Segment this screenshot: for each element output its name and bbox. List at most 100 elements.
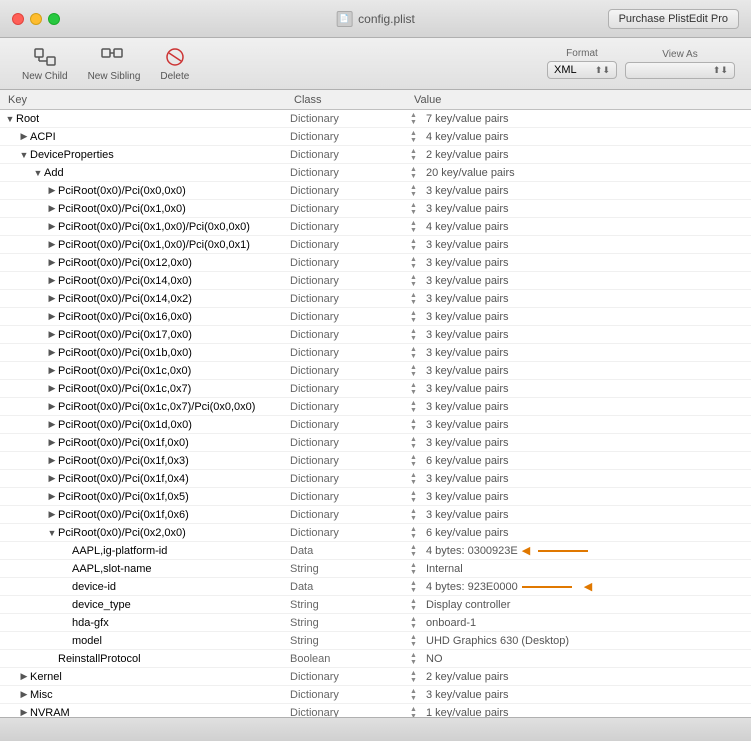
expand-button[interactable]: ▶	[46, 437, 58, 449]
value-stepper[interactable]: ▲▼	[410, 400, 420, 414]
value-stepper[interactable]: ▲▼	[410, 616, 420, 630]
value-stepper[interactable]: ▲▼	[410, 130, 420, 144]
value-stepper[interactable]: ▲▼	[410, 562, 420, 576]
table-row[interactable]: ▶PciRoot(0x0)/Pci(0x16,0x0)Dictionary▲▼3…	[0, 308, 751, 326]
expand-button[interactable]: ▶	[18, 707, 30, 718]
table-row[interactable]: ▼AddDictionary▲▼20 key/value pairs	[0, 164, 751, 182]
value-stepper[interactable]: ▲▼	[410, 472, 420, 486]
table-row[interactable]: device-idData▲▼4 bytes: 923E0000◀	[0, 578, 751, 596]
expand-button[interactable]: ▶	[46, 383, 58, 395]
viewas-selector[interactable]: View As ⬆⬇	[625, 49, 735, 79]
expand-button[interactable]: ▶	[46, 473, 58, 485]
table-row[interactable]: ▶ACPIDictionary▲▼4 key/value pairs	[0, 128, 751, 146]
close-button[interactable]	[12, 13, 24, 25]
expand-button[interactable]: ▶	[46, 257, 58, 269]
expand-button[interactable]: ▶	[46, 509, 58, 521]
table-row[interactable]: ▶PciRoot(0x0)/Pci(0x1b,0x0)Dictionary▲▼3…	[0, 344, 751, 362]
value-stepper[interactable]: ▲▼	[410, 670, 420, 684]
new-child-button[interactable]: New Child	[12, 41, 78, 86]
value-stepper[interactable]: ▲▼	[410, 436, 420, 450]
expand-button[interactable]: ▶	[46, 203, 58, 215]
value-stepper[interactable]: ▲▼	[410, 310, 420, 324]
value-stepper[interactable]: ▲▼	[410, 112, 420, 126]
table-row[interactable]: ▶PciRoot(0x0)/Pci(0x1,0x0)/Pci(0x0,0x0)D…	[0, 218, 751, 236]
table-row[interactable]: AAPL,slot-nameString▲▼Internal	[0, 560, 751, 578]
value-stepper[interactable]: ▲▼	[410, 274, 420, 288]
table-row[interactable]: ▶KernelDictionary▲▼2 key/value pairs	[0, 668, 751, 686]
table-row[interactable]: ▶PciRoot(0x0)/Pci(0x0,0x0)Dictionary▲▼3 …	[0, 182, 751, 200]
value-stepper[interactable]: ▲▼	[410, 544, 420, 558]
value-stepper[interactable]: ▲▼	[410, 382, 420, 396]
table-row[interactable]: ▶NVRAMDictionary▲▼1 key/value pairs	[0, 704, 751, 717]
value-stepper[interactable]: ▲▼	[410, 256, 420, 270]
expand-button[interactable]: ▼	[4, 113, 16, 125]
value-stepper[interactable]: ▲▼	[410, 490, 420, 504]
table-row[interactable]: ▶PciRoot(0x0)/Pci(0x14,0x2)Dictionary▲▼3…	[0, 290, 751, 308]
value-stepper[interactable]: ▲▼	[410, 418, 420, 432]
expand-button[interactable]: ▶	[18, 131, 30, 143]
value-stepper[interactable]: ▲▼	[410, 202, 420, 216]
table-row[interactable]: ▶PciRoot(0x0)/Pci(0x1f,0x6)Dictionary▲▼3…	[0, 506, 751, 524]
viewas-dropdown[interactable]: ⬆⬇	[625, 62, 735, 79]
table-row[interactable]: ▼PciRoot(0x0)/Pci(0x2,0x0)Dictionary▲▼6 …	[0, 524, 751, 542]
expand-button[interactable]: ▶	[46, 455, 58, 467]
expand-button[interactable]: ▶	[46, 311, 58, 323]
format-dropdown[interactable]: XML ⬆⬇	[547, 61, 617, 79]
format-selector[interactable]: Format XML ⬆⬇	[547, 48, 617, 79]
value-stepper[interactable]: ▲▼	[410, 364, 420, 378]
table-row[interactable]: ▶PciRoot(0x0)/Pci(0x1,0x0)/Pci(0x0,0x1)D…	[0, 236, 751, 254]
table-row[interactable]: ▼DevicePropertiesDictionary▲▼2 key/value…	[0, 146, 751, 164]
expand-button[interactable]: ▶	[18, 689, 30, 701]
value-stepper[interactable]: ▲▼	[410, 328, 420, 342]
table-row[interactable]: ▶PciRoot(0x0)/Pci(0x14,0x0)Dictionary▲▼3…	[0, 272, 751, 290]
window-controls[interactable]	[12, 13, 60, 25]
table-row[interactable]: device_typeString▲▼Display controller	[0, 596, 751, 614]
table-row[interactable]: ▼RootDictionary▲▼7 key/value pairs	[0, 110, 751, 128]
value-stepper[interactable]: ▲▼	[410, 166, 420, 180]
expand-button[interactable]: ▶	[46, 329, 58, 341]
value-stepper[interactable]: ▲▼	[410, 688, 420, 702]
value-stepper[interactable]: ▲▼	[410, 652, 420, 666]
table-row[interactable]: ▶PciRoot(0x0)/Pci(0x1f,0x0)Dictionary▲▼3…	[0, 434, 751, 452]
expand-button[interactable]: ▼	[32, 167, 44, 179]
delete-button[interactable]: Delete	[150, 41, 199, 86]
value-stepper[interactable]: ▲▼	[410, 634, 420, 648]
minimize-button[interactable]	[30, 13, 42, 25]
table-row[interactable]: ▶PciRoot(0x0)/Pci(0x1,0x0)Dictionary▲▼3 …	[0, 200, 751, 218]
table-row[interactable]: modelString▲▼UHD Graphics 630 (Desktop)	[0, 632, 751, 650]
value-stepper[interactable]: ▲▼	[410, 580, 420, 594]
table-row[interactable]: ▶PciRoot(0x0)/Pci(0x1d,0x0)Dictionary▲▼3…	[0, 416, 751, 434]
table-row[interactable]: ▶MiscDictionary▲▼3 key/value pairs	[0, 686, 751, 704]
purchase-button[interactable]: Purchase PlistEdit Pro	[608, 9, 739, 29]
table-row[interactable]: ▶PciRoot(0x0)/Pci(0x1c,0x0)Dictionary▲▼3…	[0, 362, 751, 380]
value-stepper[interactable]: ▲▼	[410, 706, 420, 718]
expand-button[interactable]: ▶	[46, 239, 58, 251]
expand-button[interactable]: ▶	[46, 221, 58, 233]
expand-button[interactable]: ▶	[46, 365, 58, 377]
table-row[interactable]: ▶PciRoot(0x0)/Pci(0x1c,0x7)/Pci(0x0,0x0)…	[0, 398, 751, 416]
expand-button[interactable]: ▶	[46, 293, 58, 305]
value-stepper[interactable]: ▲▼	[410, 184, 420, 198]
value-stepper[interactable]: ▲▼	[410, 292, 420, 306]
value-stepper[interactable]: ▲▼	[410, 220, 420, 234]
value-stepper[interactable]: ▲▼	[410, 238, 420, 252]
table-row[interactable]: ▶PciRoot(0x0)/Pci(0x1f,0x3)Dictionary▲▼6…	[0, 452, 751, 470]
table-row[interactable]: ▶PciRoot(0x0)/Pci(0x1c,0x7)Dictionary▲▼3…	[0, 380, 751, 398]
value-stepper[interactable]: ▲▼	[410, 508, 420, 522]
table-row[interactable]: ▶PciRoot(0x0)/Pci(0x1f,0x4)Dictionary▲▼3…	[0, 470, 751, 488]
expand-button[interactable]: ▼	[18, 149, 30, 161]
expand-button[interactable]: ▶	[46, 419, 58, 431]
value-stepper[interactable]: ▲▼	[410, 454, 420, 468]
expand-button[interactable]: ▶	[46, 347, 58, 359]
new-sibling-button[interactable]: New Sibling	[78, 41, 151, 86]
value-stepper[interactable]: ▲▼	[410, 346, 420, 360]
expand-button[interactable]: ▶	[46, 185, 58, 197]
table-row[interactable]: AAPL,ig-platform-idData▲▼4 bytes: 030092…	[0, 542, 751, 560]
value-stepper[interactable]: ▲▼	[410, 598, 420, 612]
table-row[interactable]: ▶PciRoot(0x0)/Pci(0x17,0x0)Dictionary▲▼3…	[0, 326, 751, 344]
expand-button[interactable]: ▶	[46, 401, 58, 413]
expand-button[interactable]: ▶	[46, 275, 58, 287]
expand-button[interactable]: ▼	[46, 527, 58, 539]
table-row[interactable]: ▶PciRoot(0x0)/Pci(0x1f,0x5)Dictionary▲▼3…	[0, 488, 751, 506]
expand-button[interactable]: ▶	[18, 671, 30, 683]
